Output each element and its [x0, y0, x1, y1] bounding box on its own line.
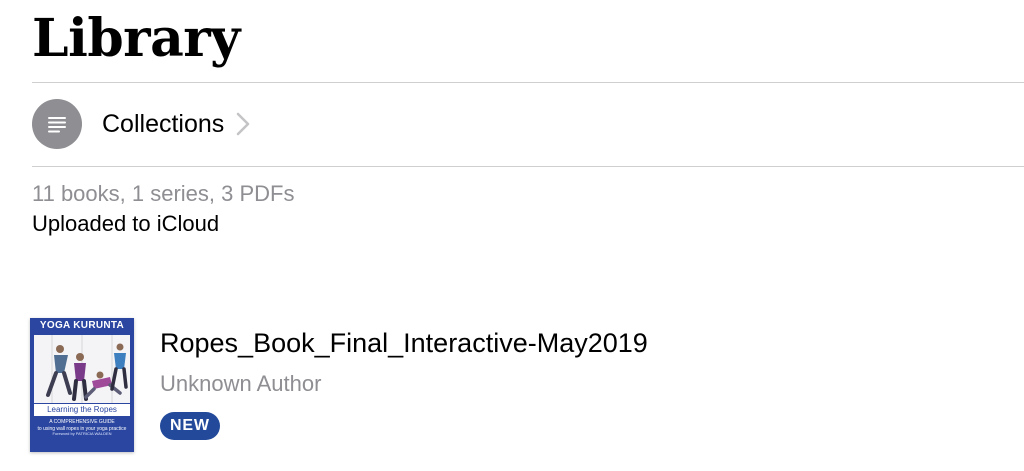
- divider: [32, 166, 1024, 167]
- book-author: Unknown Author: [160, 371, 322, 396]
- icloud-status: Uploaded to iCloud: [32, 211, 220, 236]
- collections-label: Collections: [102, 110, 225, 138]
- cover-title: YOGA KURUNTA: [39, 320, 125, 331]
- list-item[interactable]: YOGA KURUNTA Learning the Ropes A COMPRE…: [30, 318, 1024, 458]
- cover-illustration: [34, 335, 130, 403]
- list-icon: [32, 99, 82, 149]
- library-summary: 11 books, 1 series, 3 PDFs: [32, 181, 295, 206]
- new-badge: NEW: [160, 412, 220, 440]
- cover-foreword: Foreword by PATRICIA WALDEN: [52, 431, 112, 436]
- cover-subtitle: Learning the Ropes: [47, 405, 117, 414]
- divider: [32, 82, 1024, 83]
- collections-row[interactable]: Collections: [32, 99, 292, 149]
- library-screen: Library Collections 11 books, 1 series, …: [0, 0, 1024, 471]
- book-cover[interactable]: YOGA KURUNTA Learning the Ropes A COMPRE…: [30, 318, 134, 452]
- chevron-right-icon: [236, 112, 250, 136]
- book-title[interactable]: Ropes_Book_Final_Interactive-May2019: [160, 326, 648, 360]
- cover-caption-line: A COMPREHENSIVE GUIDE: [49, 419, 115, 425]
- page-title: Library: [32, 8, 240, 69]
